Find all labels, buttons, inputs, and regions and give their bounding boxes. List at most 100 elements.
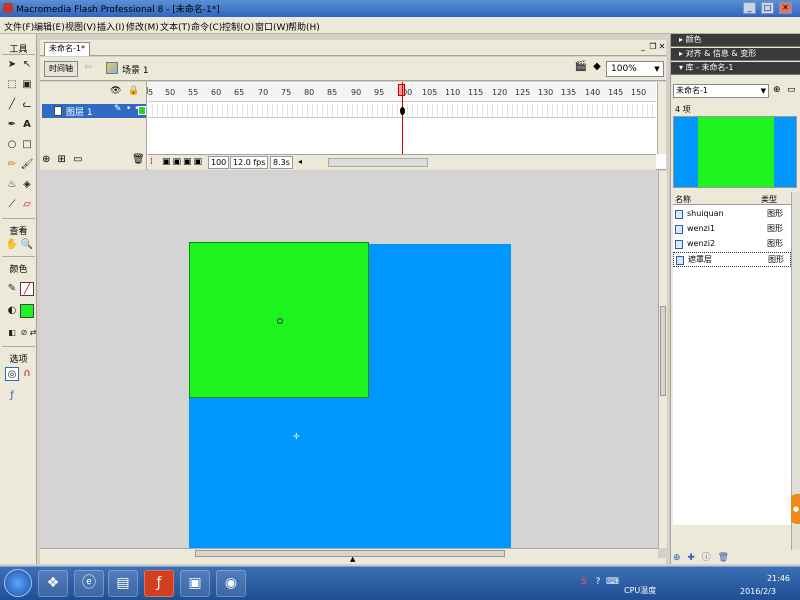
fill-color-icon[interactable]: ◐ bbox=[5, 304, 19, 318]
minimize-button[interactable]: _ bbox=[743, 2, 756, 14]
menu-commands[interactable]: 命令(C) bbox=[191, 20, 222, 33]
keyboard-icon[interactable]: ⌨ bbox=[606, 576, 619, 588]
chevron-down-icon[interactable]: ▼ bbox=[761, 85, 766, 97]
zoom-tool-icon[interactable]: 🔍 bbox=[20, 238, 34, 252]
text-tool-icon[interactable]: A bbox=[20, 118, 34, 132]
trash-icon[interactable]: 🗑 bbox=[132, 154, 145, 165]
eraser-icon[interactable]: ▱ bbox=[20, 198, 34, 212]
doc-close-icon[interactable]: ✕ bbox=[657, 42, 667, 52]
library-bottom-icons[interactable]: ⊕ ✚ ⓘ 🗑 bbox=[673, 550, 791, 563]
folder-icon[interactable]: ▤ bbox=[108, 570, 138, 597]
edit-symbols-icon[interactable]: ◆ bbox=[590, 61, 604, 75]
layer-name[interactable]: 图层 1 bbox=[66, 105, 93, 118]
timeline-horizontal-scrollbar[interactable] bbox=[328, 158, 428, 167]
stage-horizontal-scrollbar[interactable] bbox=[40, 548, 658, 558]
library-document-select[interactable]: 未命名-1 ▼ bbox=[673, 84, 769, 98]
smooth-icon[interactable]: ƒ bbox=[5, 389, 19, 403]
collapse-arrow-icon[interactable]: ▲ bbox=[350, 555, 355, 563]
swap-colors-icon[interactable]: ⇄ bbox=[26, 326, 40, 340]
library-item[interactable]: 遮罩层 图形 bbox=[673, 252, 791, 267]
column-name-header[interactable]: 名称 bbox=[675, 194, 691, 205]
subselection-tool-icon[interactable]: ↖ bbox=[20, 58, 34, 72]
magnet-icon[interactable]: ∩ bbox=[20, 367, 34, 381]
ruler-tick: 115 bbox=[468, 88, 484, 97]
menu-help[interactable]: 帮助(H) bbox=[288, 20, 320, 33]
library-preview bbox=[673, 116, 797, 188]
onion-skin-icons[interactable]: ▣▣▣▣ bbox=[162, 157, 204, 167]
sogou-input-icon[interactable]: S bbox=[578, 576, 590, 588]
library-item[interactable]: wenzi1 图形 bbox=[673, 222, 791, 237]
no-stroke-swatch[interactable]: ╱ bbox=[20, 282, 34, 296]
snap-to-objects-icon[interactable]: ◎ bbox=[5, 367, 19, 381]
library-item[interactable]: shuiquan 图形 bbox=[673, 207, 791, 222]
rectangle-tool-icon[interactable]: □ bbox=[20, 138, 34, 152]
chevron-down-icon[interactable]: ▼ bbox=[652, 63, 662, 75]
edit-scene-icon[interactable]: 🎬 bbox=[574, 61, 588, 75]
menu-file[interactable]: 文件(F) bbox=[4, 20, 34, 33]
divider bbox=[2, 346, 35, 347]
fill-color-swatch[interactable] bbox=[20, 304, 34, 318]
brush-tool-icon[interactable]: 🖌 bbox=[20, 158, 34, 172]
windows-app-icon[interactable]: ❖ bbox=[38, 570, 68, 597]
hand-tool-icon[interactable]: ✋ bbox=[5, 238, 19, 252]
back-arrow-icon[interactable]: ⇦ bbox=[84, 62, 92, 73]
stage-vertical-scrollbar[interactable] bbox=[658, 171, 667, 548]
panel-collapse-bar[interactable]: ▲ bbox=[40, 555, 666, 564]
layer-row[interactable]: 图层 1 ✎ •• bbox=[42, 104, 146, 118]
scene-label[interactable]: 场景 1 bbox=[122, 63, 149, 76]
timeline-toggle-button[interactable]: 时间轴 bbox=[44, 61, 78, 77]
clock-time[interactable]: 21:46 bbox=[750, 574, 790, 583]
fill-transform-icon[interactable]: ▣ bbox=[20, 78, 34, 92]
title-bar: Macromedia Flash Professional 8 - [未命名-1… bbox=[0, 0, 800, 17]
stroke-color-icon[interactable]: ✎ bbox=[5, 282, 19, 296]
menu-insert[interactable]: 插入(I) bbox=[97, 20, 125, 33]
browser-icon[interactable]: ⓔ bbox=[74, 570, 104, 597]
item-name: shuiquan bbox=[687, 209, 724, 218]
maximize-button[interactable]: □ bbox=[761, 2, 774, 14]
lasso-tool-icon[interactable]: ᓚ bbox=[20, 98, 34, 112]
scroll-thumb[interactable] bbox=[660, 306, 666, 396]
work-area[interactable]: ✛ bbox=[40, 171, 658, 548]
menu-window[interactable]: 窗口(W) bbox=[255, 20, 289, 33]
start-button[interactable] bbox=[4, 569, 32, 597]
side-floating-widget[interactable]: ● bbox=[791, 494, 800, 524]
timeline-vertical-scrollbar[interactable] bbox=[657, 82, 666, 154]
paint-bucket-icon[interactable]: ◈ bbox=[20, 178, 34, 192]
stage[interactable]: ✛ bbox=[189, 242, 511, 548]
selection-tool-icon[interactable]: ➤ bbox=[5, 58, 19, 72]
center-frame-icon[interactable]: ⁞ bbox=[150, 157, 153, 167]
pencil-tool-icon[interactable]: ✏ bbox=[5, 158, 19, 172]
library-item[interactable]: wenzi2 图形 bbox=[673, 237, 791, 252]
green-rectangle-shape[interactable] bbox=[189, 242, 369, 398]
presentation-icon[interactable]: ▣ bbox=[180, 570, 210, 597]
keyframe-marker[interactable] bbox=[400, 107, 405, 115]
close-button[interactable]: ✕ bbox=[779, 2, 792, 14]
line-tool-icon[interactable]: ╱ bbox=[5, 98, 19, 112]
menu-edit[interactable]: 编辑(E) bbox=[34, 20, 65, 33]
menu-text[interactable]: 文本(T) bbox=[160, 20, 191, 33]
align-panel-header[interactable]: ▸ 对齐 & 信息 & 变形 bbox=[671, 48, 800, 61]
menu-modify[interactable]: 修改(M) bbox=[126, 20, 159, 33]
library-panel-header[interactable]: ▾ 库 - 未命名-1 bbox=[671, 62, 800, 75]
layer-controls[interactable]: ⊕ ⊞ ▭ bbox=[42, 154, 85, 165]
menu-control[interactable]: 控制(O) bbox=[222, 20, 254, 33]
layer-outline-color[interactable] bbox=[138, 106, 146, 115]
doc-minimize-icon[interactable]: _ bbox=[638, 42, 648, 52]
document-tab[interactable]: 未命名-1* bbox=[44, 42, 90, 56]
new-library-icon[interactable]: ▭ bbox=[787, 85, 796, 95]
oval-tool-icon[interactable]: ○ bbox=[5, 138, 19, 152]
column-type-header[interactable]: 类型 bbox=[761, 194, 777, 205]
flash-taskbar-icon[interactable]: ƒ bbox=[144, 570, 174, 597]
pin-icon[interactable]: ⊕ bbox=[773, 85, 781, 95]
scroll-left-icon[interactable]: ◂ bbox=[298, 157, 302, 166]
ink-bottle-icon[interactable]: ♨ bbox=[5, 178, 19, 192]
help-icon[interactable]: ? bbox=[592, 576, 604, 588]
menu-view[interactable]: 视图(V) bbox=[65, 20, 96, 33]
clock-date[interactable]: 2016/2/3 bbox=[740, 587, 776, 596]
pen-tool-icon[interactable]: ✒ bbox=[5, 118, 19, 132]
media-player-icon[interactable]: ◉ bbox=[216, 570, 246, 597]
color-panel-header[interactable]: ▸ 颜色 bbox=[671, 34, 800, 47]
eyedropper-icon[interactable]: ⟋ bbox=[5, 198, 19, 212]
zoom-select[interactable]: 100% ▼ bbox=[606, 61, 664, 77]
free-transform-icon[interactable]: ⬚ bbox=[5, 78, 19, 92]
